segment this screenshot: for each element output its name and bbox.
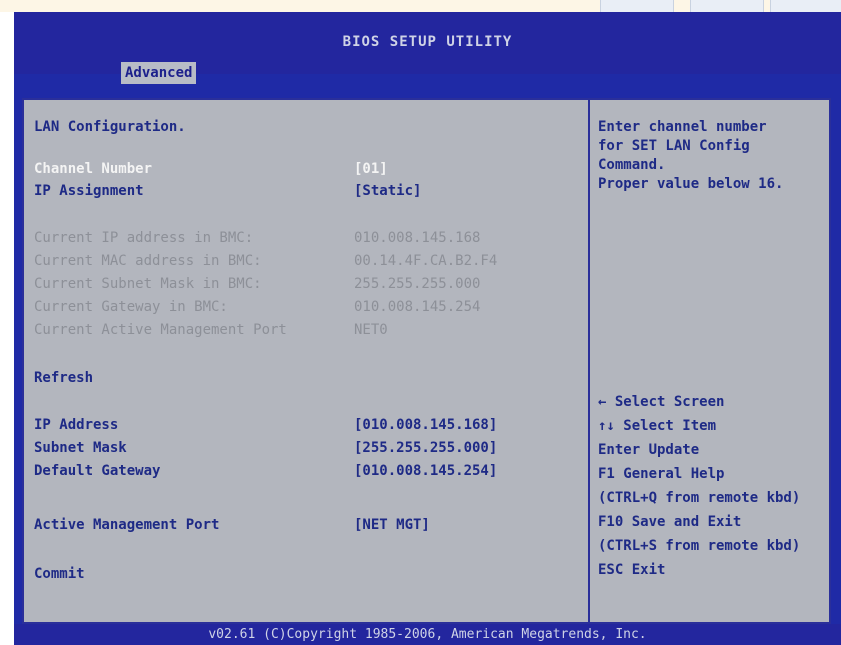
subnet-mask-value[interactable]: [255.255.255.000] [354,440,497,456]
bios-title: BIOS SETUP UTILITY [342,34,513,50]
channel-number-value[interactable]: [01] [354,161,388,177]
main-panel: LAN Configuration. Channel Number [01] I… [22,98,831,624]
ip-address-value[interactable]: [010.008.145.168] [354,417,497,433]
key-hint: ← Select Screen [598,394,725,410]
panel-divider [588,100,590,622]
background-decoration [0,0,841,15]
active-port-label[interactable]: Active Management Port [34,517,219,533]
key-hint: F1 General Help [598,466,725,482]
refresh-item[interactable]: Refresh [34,370,93,386]
channel-number-label[interactable]: Channel Number [34,161,152,177]
ip-address-label[interactable]: IP Address [34,417,118,433]
help-line: Command. [598,157,666,173]
key-hint: (CTRL+S from remote kbd) [598,538,801,554]
current-subnet-label: Current Subnet Mask in BMC: [34,276,262,292]
help-line: for SET LAN Config [598,138,750,154]
current-port-value: NET0 [354,322,388,338]
bios-frame: BIOS SETUP UTILITY Advanced LAN Configur… [14,12,841,645]
ip-assignment-value[interactable]: [Static] [354,183,421,199]
current-gateway-value: 010.008.145.254 [354,299,481,315]
key-hint: (CTRL+Q from remote kbd) [598,490,801,506]
current-port-label: Current Active Management Port [34,322,287,338]
current-ip-label: Current IP address in BMC: [34,230,254,246]
default-gateway-label[interactable]: Default Gateway [34,463,160,479]
copyright-footer: v02.61 (C)Copyright 1985-2006, American … [14,624,841,645]
key-hint: F10 Save and Exit [598,514,742,530]
default-gateway-value[interactable]: [010.008.145.254] [354,463,497,479]
section-title: LAN Configuration. [34,119,186,135]
key-hint: ESC Exit [598,562,666,578]
help-line: Enter channel number [598,119,767,135]
subnet-mask-label[interactable]: Subnet Mask [34,440,127,456]
current-gateway-label: Current Gateway in BMC: [34,299,228,315]
current-mac-value: 00.14.4F.CA.B2.F4 [354,253,498,269]
ip-assignment-label[interactable]: IP Assignment [34,183,144,199]
current-subnet-value: 255.255.255.000 [354,276,481,292]
active-port-value[interactable]: [NET MGT] [354,517,430,533]
help-line: Proper value below 16. [598,176,784,192]
key-hint: ↑↓ Select Item [598,418,717,434]
tab-advanced[interactable]: Advanced [121,62,197,84]
commit-item[interactable]: Commit [34,566,85,582]
current-mac-label: Current MAC address in BMC: [34,253,262,269]
current-ip-value: 010.008.145.168 [354,230,481,246]
key-hint: Enter Update [598,442,700,458]
